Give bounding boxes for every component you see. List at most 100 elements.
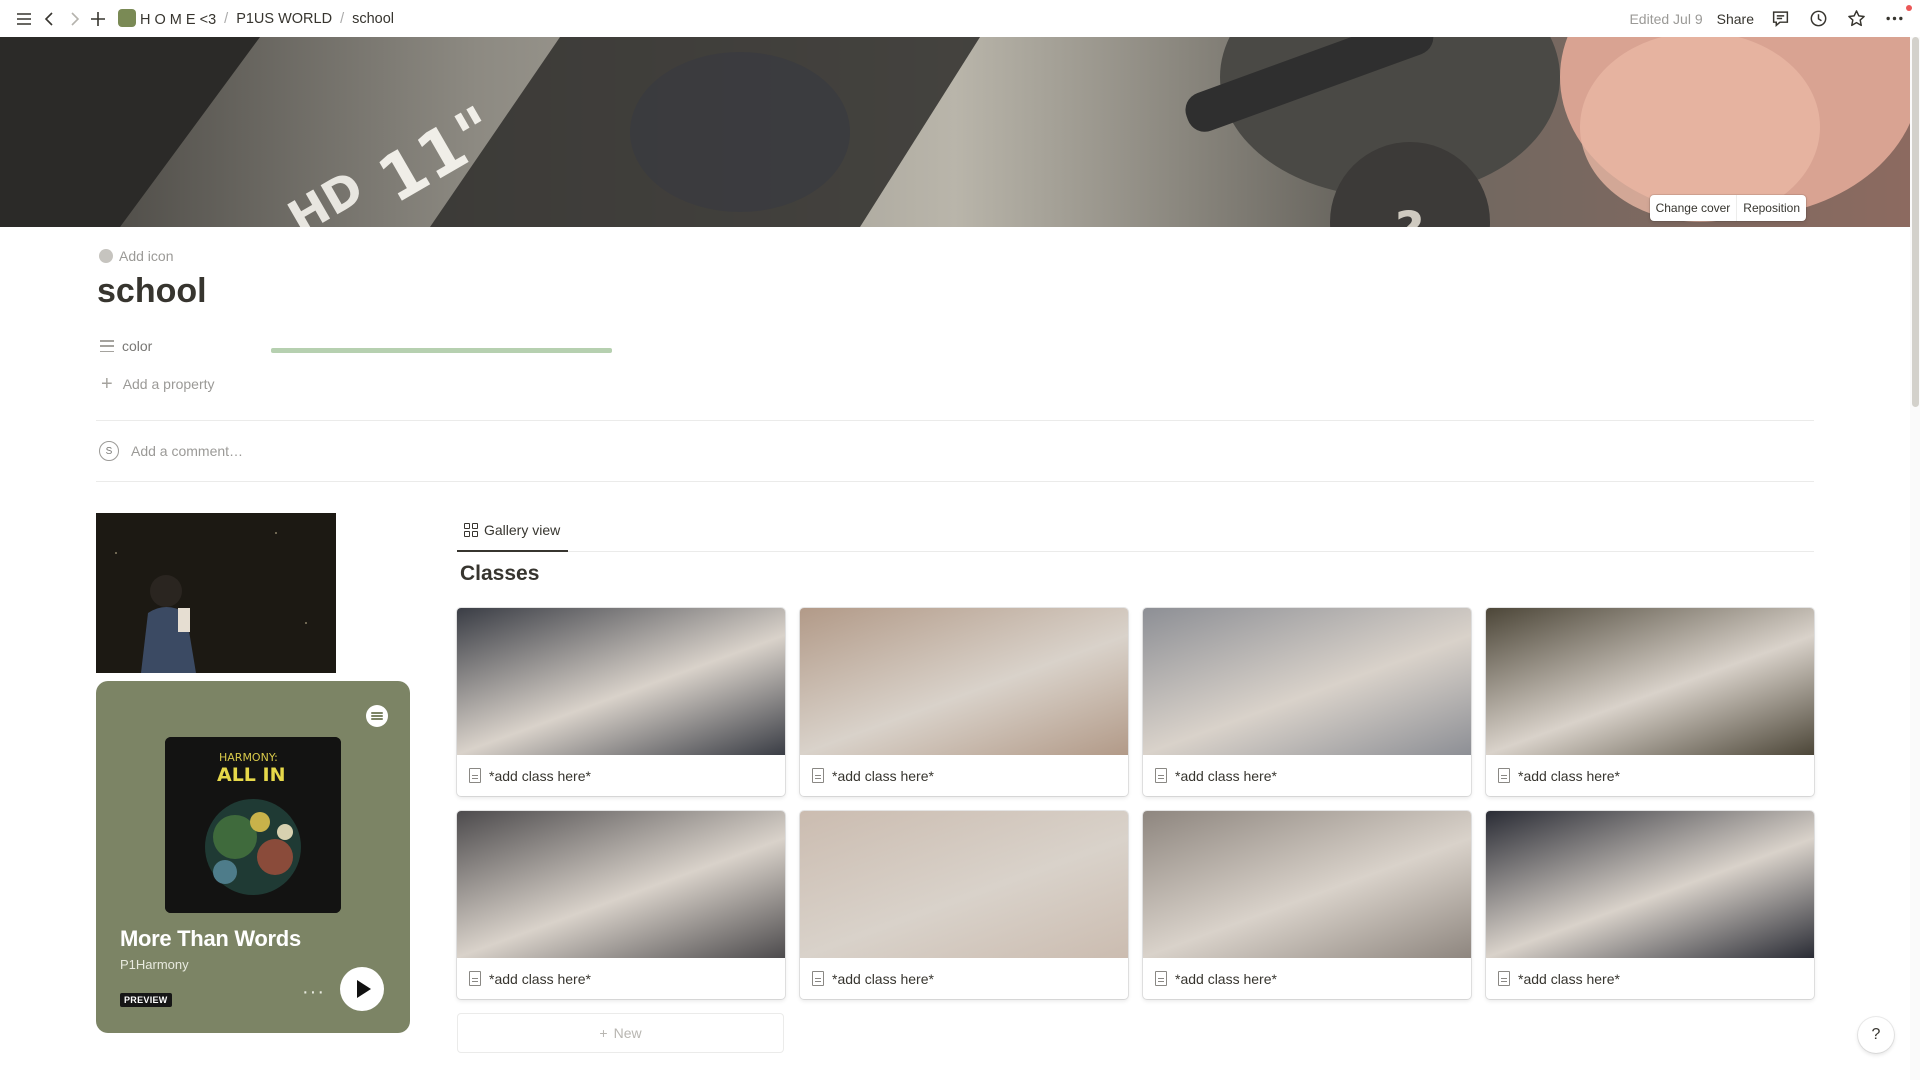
add-icon-button[interactable]: Add icon <box>99 248 173 264</box>
breadcrumb-school[interactable]: school <box>348 9 398 29</box>
spotify-embed: HARMONY: ALL IN More Than Words P1Harmon… <box>96 681 410 1033</box>
page-doc-icon <box>469 971 481 986</box>
card-cover-image <box>1143 811 1471 958</box>
card-title: *add class here* <box>1486 755 1814 796</box>
spotify-more-button[interactable]: ··· <box>302 981 325 1004</box>
gallery-card[interactable]: *add class here* <box>800 608 1128 796</box>
new-page-plus-icon[interactable] <box>86 7 110 31</box>
tab-label: Gallery view <box>484 522 561 538</box>
property-color[interactable]: color <box>100 338 152 354</box>
card-cover-image <box>1486 608 1814 755</box>
cover-controls: Change cover Reposition <box>1649 195 1806 221</box>
gallery-grid-icon <box>464 523 478 537</box>
gallery-card[interactable]: *add class here* <box>457 811 785 999</box>
text-property-icon <box>100 340 114 352</box>
divider <box>96 420 1814 421</box>
database-view-tabs: Gallery view <box>457 510 1814 552</box>
share-button[interactable]: Share <box>1717 11 1754 27</box>
card-title: *add class here* <box>800 958 1128 999</box>
change-cover-button[interactable]: Change cover <box>1650 195 1737 221</box>
card-label: *add class here* <box>489 970 591 987</box>
card-label: *add class here* <box>1518 970 1620 987</box>
page-doc-icon <box>469 768 481 783</box>
page-emoji-icon <box>118 9 136 27</box>
card-label: *add class here* <box>832 767 934 784</box>
topbar-actions: Edited Jul 9 Share <box>1629 7 1906 31</box>
cover-artwork: HD 11" ? <box>0 37 1910 227</box>
forward-arrow-icon[interactable] <box>62 7 86 31</box>
page-doc-icon <box>1155 768 1167 783</box>
card-title: *add class here* <box>1486 958 1814 999</box>
history-clock-icon[interactable] <box>1806 7 1830 31</box>
scrollbar-thumb[interactable] <box>1912 37 1919 407</box>
photo-artwork <box>96 513 336 673</box>
card-label: *add class here* <box>832 970 934 987</box>
card-cover-image <box>800 811 1128 958</box>
breadcrumb: H O M E <3 / P1US WORLD / school <box>114 7 398 30</box>
more-options-icon[interactable] <box>1882 7 1906 31</box>
album-artwork: HARMONY: ALL IN <box>165 737 341 913</box>
card-title: *add class here* <box>1143 755 1471 796</box>
menu-icon[interactable] <box>12 7 36 31</box>
card-label: *add class here* <box>1175 767 1277 784</box>
album-title-line2: ALL IN <box>217 764 286 786</box>
favorite-star-icon[interactable] <box>1844 7 1868 31</box>
album-art[interactable]: HARMONY: ALL IN <box>165 737 341 913</box>
scrollbar[interactable] <box>1910 37 1920 1080</box>
gallery-card[interactable]: *add class here* <box>1486 608 1814 796</box>
help-button[interactable]: ? <box>1858 1017 1894 1053</box>
preview-badge: PREVIEW <box>120 993 172 1007</box>
back-arrow-icon[interactable] <box>38 7 62 31</box>
add-property-button[interactable]: + Add a property <box>101 373 215 395</box>
card-title: *add class here* <box>1143 958 1471 999</box>
breadcrumb-separator: / <box>224 10 229 27</box>
album-title-line1: HARMONY: <box>219 751 278 764</box>
avatar: S <box>99 441 119 461</box>
gallery-card[interactable]: *add class here* <box>1143 811 1471 999</box>
comment-input[interactable]: S Add a comment… <box>99 441 243 461</box>
card-cover-image <box>457 608 785 755</box>
tab-gallery-view[interactable]: Gallery view <box>457 510 569 552</box>
comment-placeholder: Add a comment… <box>131 443 244 459</box>
smiley-icon <box>99 249 113 263</box>
plus-icon: + <box>101 373 113 395</box>
gallery-card[interactable]: *add class here* <box>1486 811 1814 999</box>
add-icon-label: Add icon <box>119 248 174 264</box>
cover-image: HD 11" ? Change cover Reposition <box>0 37 1910 227</box>
page-doc-icon <box>812 768 824 783</box>
card-label: *add class here* <box>1175 970 1277 987</box>
comments-icon[interactable] <box>1768 7 1792 31</box>
play-icon <box>357 980 371 998</box>
breadcrumb-p1us-world[interactable]: P1US WORLD <box>232 9 336 29</box>
track-title[interactable]: More Than Words <box>120 926 301 952</box>
property-name: color <box>122 338 153 354</box>
page-title[interactable]: school <box>97 272 207 311</box>
property-color-value[interactable] <box>271 348 612 353</box>
topbar: H O M E <3 / P1US WORLD / school Edited … <box>0 0 1920 37</box>
breadcrumb-home[interactable]: H O M E <3 <box>114 7 220 30</box>
plus-icon: + <box>599 1025 608 1041</box>
page-doc-icon <box>1155 971 1167 986</box>
divider <box>96 481 1814 482</box>
play-button[interactable] <box>340 967 384 1011</box>
add-property-label: Add a property <box>122 376 215 392</box>
artist-name[interactable]: P1Harmony <box>120 957 189 972</box>
card-title: *add class here* <box>800 755 1128 796</box>
card-cover-image <box>1143 608 1471 755</box>
gallery-card[interactable]: *add class here* <box>1143 608 1471 796</box>
card-cover-image <box>1486 811 1814 958</box>
new-card-button[interactable]: + New <box>457 1013 784 1053</box>
card-title: *add class here* <box>457 958 785 999</box>
page-doc-icon <box>1498 971 1510 986</box>
gallery-card[interactable]: *add class here* <box>800 811 1128 999</box>
spotify-logo-icon[interactable] <box>366 705 388 727</box>
notification-dot <box>1906 5 1912 11</box>
card-title: *add class here* <box>457 755 785 796</box>
card-cover-image <box>457 811 785 958</box>
new-label: New <box>613 1025 642 1041</box>
card-label: *add class here* <box>1518 767 1620 784</box>
reposition-button[interactable]: Reposition <box>1736 195 1806 221</box>
database-title[interactable]: Classes <box>460 562 539 586</box>
cover-text-question: ? <box>1395 201 1424 227</box>
gallery-card[interactable]: *add class here* <box>457 608 785 796</box>
